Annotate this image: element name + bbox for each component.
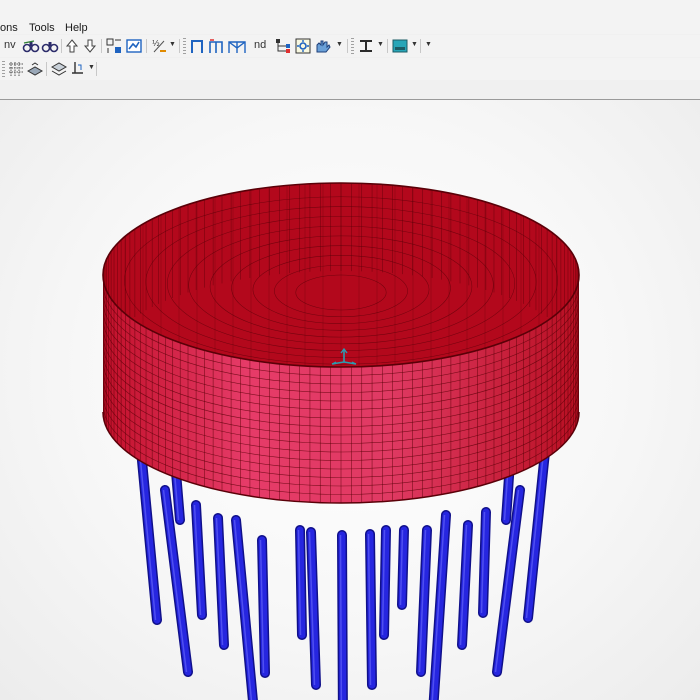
frame-3-icon[interactable] <box>226 37 248 55</box>
toolbar-grip <box>2 61 5 77</box>
layers-icon[interactable] <box>50 60 68 78</box>
toolbar-grip <box>183 38 186 54</box>
menu-tools[interactable]: Tools <box>29 22 55 34</box>
slab-icon[interactable] <box>26 60 44 78</box>
pile-column[interactable] <box>191 500 207 620</box>
toolbar-separator <box>61 39 62 53</box>
menu-help[interactable]: Help <box>65 22 88 34</box>
pile-column[interactable] <box>478 507 491 618</box>
beam-icon[interactable] <box>357 37 375 55</box>
frame-2-icon[interactable] <box>207 37 225 55</box>
support-icon[interactable] <box>70 60 88 78</box>
toolbar-text-nv: nv <box>4 39 16 51</box>
pile-column[interactable] <box>136 445 162 625</box>
dropdown-arrow-icon[interactable]: ▼ <box>169 41 176 48</box>
pile-column[interactable] <box>523 447 550 623</box>
color-icon[interactable] <box>391 37 409 55</box>
pile-column[interactable] <box>295 525 307 640</box>
toolbar-separator <box>101 39 102 53</box>
fraction-icon[interactable]: ½ <box>150 37 168 55</box>
toolbar-main: nv ½ ▼ nd ▼ ▼ ▼ ▼ <box>0 35 700 57</box>
menu-bar: ons Tools Help <box>0 0 700 34</box>
toolbar-secondary: ▼ <box>0 58 700 80</box>
pile-column[interactable] <box>416 525 432 677</box>
toolbar-separator <box>96 62 97 76</box>
pile-column[interactable] <box>337 530 348 700</box>
binoculars-icon[interactable] <box>22 37 40 55</box>
gear-icon[interactable] <box>294 37 312 55</box>
dropdown-arrow-icon[interactable]: ▼ <box>411 41 418 48</box>
tree-icon[interactable] <box>274 37 292 55</box>
tank-inner-wall <box>103 183 579 367</box>
binoculars-2-icon[interactable] <box>41 37 59 55</box>
tank-model[interactable] <box>0 100 700 700</box>
toolbar-separator <box>179 39 180 53</box>
chart-icon[interactable] <box>125 37 143 55</box>
pile-column[interactable] <box>257 535 270 678</box>
toolbar-grip <box>351 38 354 54</box>
dropdown-arrow-icon[interactable]: ▼ <box>377 41 384 48</box>
pile-column[interactable] <box>457 520 473 650</box>
frame-icon[interactable] <box>188 37 206 55</box>
toolbar-text-nd: nd <box>254 39 267 51</box>
pile-column[interactable] <box>428 510 451 700</box>
arrow-up-icon[interactable] <box>64 37 80 55</box>
pile-column[interactable] <box>306 527 321 690</box>
select-icon[interactable] <box>105 37 123 55</box>
pile-column[interactable] <box>379 525 391 640</box>
toolbar-separator <box>347 39 348 53</box>
toolbar-separator <box>46 62 47 76</box>
toolbar-separator <box>387 39 388 53</box>
toolbar-separator <box>420 39 421 53</box>
arrow-down-icon[interactable] <box>82 37 98 55</box>
pile-column[interactable] <box>231 515 258 700</box>
pile-column[interactable] <box>365 529 377 690</box>
dropdown-arrow-icon[interactable]: ▼ <box>336 41 343 48</box>
menu-options[interactable]: ons <box>0 22 18 34</box>
dropdown-arrow-icon[interactable]: ▼ <box>88 64 95 71</box>
hand-icon[interactable] <box>313 37 333 55</box>
pile-column[interactable] <box>213 513 229 650</box>
toolbar-options-icon[interactable]: ▼ <box>425 41 432 48</box>
grid-icon[interactable] <box>7 60 25 78</box>
toolbar-separator <box>146 39 147 53</box>
pile-column[interactable] <box>397 525 409 610</box>
